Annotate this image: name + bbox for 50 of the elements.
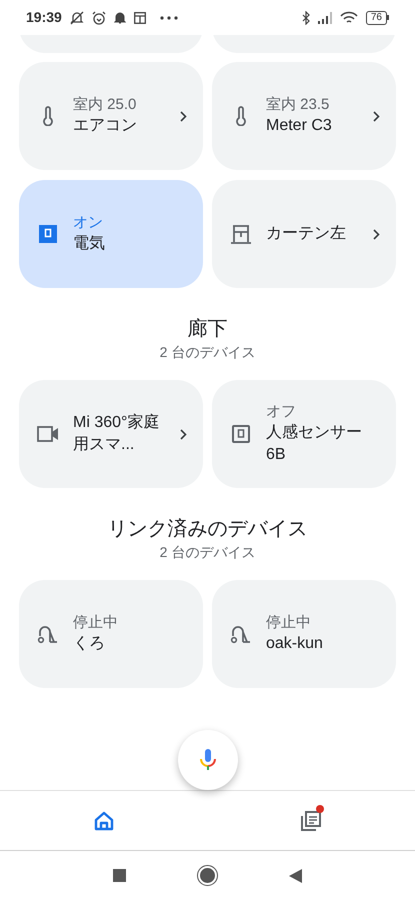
microphone-icon [200,749,216,771]
section-title: リンク済みのデバイス [108,517,308,542]
alarm-icon [92,10,106,24]
voice-button[interactable] [178,730,238,790]
device-name: くろ [73,634,106,654]
bluetooth-icon [302,10,310,24]
news-icon [134,12,146,24]
vacuum-icon [37,623,59,645]
device-name: 電気 [73,234,106,254]
back-button[interactable] [289,868,302,882]
device-count: 2 台のデバイス [160,343,256,361]
wifi-icon [340,10,358,24]
device-count: 2 台のデバイス [160,543,256,561]
muted-bell-icon [70,10,84,24]
vacuum-icon [230,623,252,645]
device-status: オン [73,213,104,233]
device-status: 室内 23.5 [266,95,330,115]
bell-icon [114,11,126,24]
sensor-icon [232,425,250,443]
device-name: Mi 360°家庭用スマ... [73,412,160,455]
device-status: 停止中 [266,613,312,633]
device-name: oak-kun [266,634,324,654]
device-tile[interactable]: 室内 25.0 エアコン [19,62,203,170]
device-name: 人感センサー6B [266,422,362,465]
device-status: 室内 25.0 [73,95,138,115]
device-tile[interactable]: オフ 人感センサー6B [212,380,396,488]
device-name: エアコン [73,116,138,136]
device-name: カーテン左 [266,224,347,244]
feed-icon [300,810,322,832]
signal-icon [318,12,332,24]
more-icon [160,16,178,20]
section-title: 廊下 [188,317,228,342]
device-tile[interactable]: Mi 360°家庭用スマ... [19,380,203,488]
battery-indicator: 76 [366,10,389,24]
home-button[interactable] [198,866,217,885]
device-status: オフ [266,402,297,422]
device-tile[interactable]: 停止中 oak-kun [212,580,396,688]
device-tile[interactable]: カーテン左 [212,180,396,288]
home-icon [94,810,114,830]
device-status: 停止中 [73,613,119,633]
device-tile[interactable]: 室内 23.5 Meter C3 [212,62,396,170]
device-tile[interactable]: オン 電気 [19,180,203,288]
device-tile[interactable]: 停止中 くろ [19,580,203,688]
switch-icon [39,225,57,243]
status-time: 19:39 [26,8,62,27]
thermometer-icon [235,106,247,126]
thermometer-icon [42,106,54,126]
curtain-icon [230,224,252,244]
device-name: Meter C3 [266,116,333,136]
video-camera-icon [37,426,59,442]
